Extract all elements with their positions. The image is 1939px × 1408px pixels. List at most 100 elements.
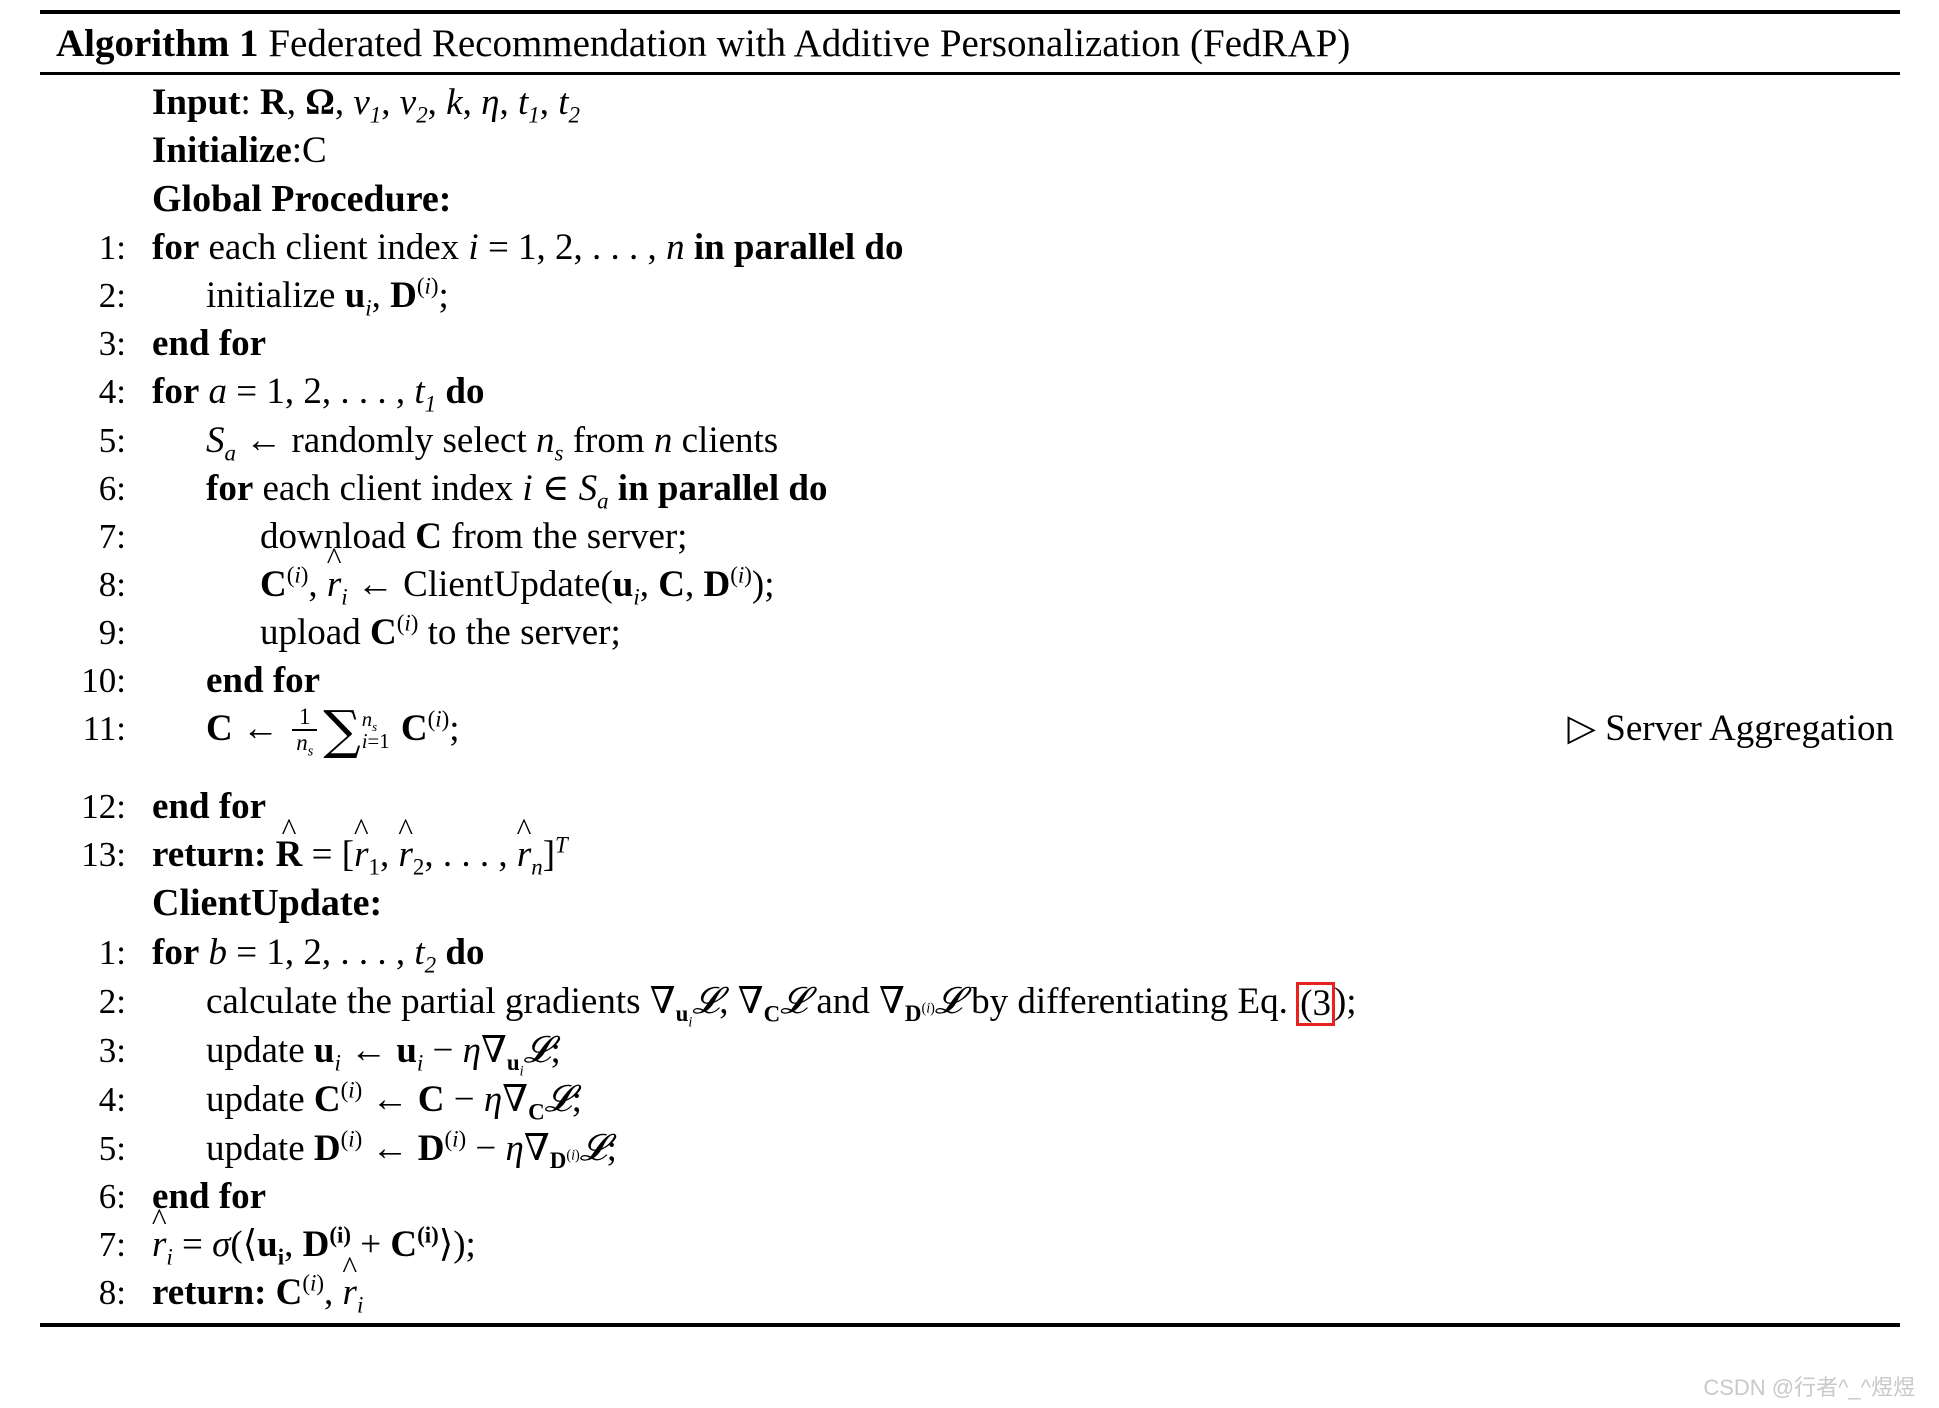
cu-step-2-number: 2:	[98, 981, 126, 1021]
kw-update-5: update	[206, 1128, 305, 1170]
kw-for-cu1: for	[152, 931, 200, 973]
gp-step-6-text: for each client index i ∈ Sa in parallel…	[206, 467, 828, 514]
kw-for: for	[152, 227, 200, 269]
gp-step-3-text: end for	[152, 323, 267, 365]
gp-step-1-number: 1:	[98, 228, 126, 268]
gp-step-13-number: 13:	[81, 835, 126, 875]
cu-step-3: 3: update ui ← ui − η∇ui𝓛;	[40, 1026, 1900, 1079]
input-k: k	[446, 81, 463, 123]
gp-step-13-text: return: ^ R = [^ r1, ^ r2, . . . , ^ rn]T	[152, 811, 568, 880]
kw-in-parallel-do-6: in parallel do	[617, 467, 828, 509]
initialize-C: C	[302, 129, 327, 171]
gp-step-9-text: upload C(i) to the server;	[260, 610, 621, 653]
eq-open-paren: (	[1300, 982, 1313, 1024]
cu-step-2-text: calculate the partial gradients ∇ui𝓛, ∇C…	[206, 978, 1357, 1031]
gp-step-2-number: 2:	[98, 276, 126, 316]
cu-step-8-number: 8:	[98, 1273, 126, 1313]
cu-step-7-number: 7:	[98, 1225, 126, 1265]
cu-step-8: 8: return: C(i), ^ ri	[40, 1249, 1900, 1318]
initialize-sep: :	[291, 129, 303, 171]
gp-step-4-text: for a = 1, 2, . . . , t1 do	[152, 371, 485, 417]
global-procedure-heading-line: Global Procedure:	[40, 175, 1900, 224]
gp-step-4-number: 4:	[98, 372, 126, 412]
initialize-label: Initialize	[152, 129, 292, 171]
cu-step-5-number: 5:	[98, 1129, 126, 1169]
gp-step-9: 9: upload C(i) to the server;	[40, 609, 1900, 657]
cu-step-7-text: ^ ri = σ(⟨ui, D(i) + C(i)⟩);	[151, 1201, 476, 1270]
algorithm-body: Input: R, Ω, v1, v2, k, η, t1, t2 Initia…	[40, 75, 1900, 1324]
gp-step-4: 4: for a = 1, 2, . . . , t1 do	[40, 368, 1900, 416]
input-v2: v	[399, 81, 417, 123]
cu-step-8-text: return: C(i), ^ ri	[152, 1249, 364, 1318]
global-procedure-heading: Global Procedure:	[152, 177, 452, 220]
gp-1-phrase: each client index	[208, 227, 460, 269]
algorithm-title-prefix: Algorithm 1	[56, 22, 259, 65]
gp-step-3: 3: end for	[40, 320, 1900, 368]
gp-step-1: 1: for each client index i = 1, 2, . . .…	[40, 224, 1900, 272]
input-sep: :	[240, 81, 260, 123]
gp-step-13: 13: return: ^ R = [^ r1, ^ r2, . . . , ^ rn]…	[40, 811, 1900, 880]
gp-step-7: 7: download C from the server;	[40, 513, 1900, 561]
algorithm-title: Algorithm 1 Federated Recommendation wit…	[40, 14, 1900, 72]
input-text: Input: R, Ω, v1, v2, k, η, t1, t2	[152, 81, 580, 127]
client-update-heading: ClientUpdate:	[152, 882, 383, 925]
cu-step-5: 5: update D(i) ← D(i) − η∇D(i)𝓛;	[40, 1124, 1900, 1173]
gp-step-6-number: 6:	[98, 468, 126, 508]
kw-do-cu1: do	[445, 931, 485, 973]
cu-step-1-text: for b = 1, 2, . . . , t2 do	[152, 931, 485, 978]
gp-6-phrase: each client index	[262, 467, 514, 509]
gp-step-11: 11: C ← 1 ns ∑ ns i=1 C(i); ▷ Server Aggrega…	[40, 699, 1900, 783]
gp-8-fn: ClientUpdate	[403, 563, 601, 605]
gp-5-from: from	[572, 419, 645, 461]
gp-step-8-number: 8:	[98, 564, 126, 604]
gp-step-10: 10: end for	[40, 657, 1900, 705]
kw-in-parallel-do: in parallel do	[693, 227, 904, 269]
cu-2-and: and	[816, 980, 870, 1022]
kw-do-4: do	[445, 371, 485, 413]
kw-return-cu8: return:	[152, 1272, 267, 1314]
server-aggregation-comment: ▷ Server Aggregation	[1568, 705, 1894, 753]
gp-step-12-number: 12:	[81, 787, 126, 827]
kw-initialize: initialize	[206, 275, 336, 317]
summation-operator: ∑ ns i=1	[323, 699, 390, 761]
gp-step-1-text: for each client index i = 1, 2, . . . , …	[152, 227, 904, 269]
gp-7-suffix: from the server;	[451, 515, 688, 557]
cu-step-4-number: 4:	[98, 1079, 126, 1119]
input-Omega: Ω	[305, 81, 335, 123]
gp-step-10-text: end for	[206, 660, 321, 701]
gp-step-5-number: 5:	[98, 420, 126, 460]
cu-step-4-text: update C(i) ← C − η∇C𝓛;	[206, 1076, 582, 1125]
algorithm-block: Algorithm 1 Federated Recommendation wit…	[40, 10, 1900, 1328]
cu-step-6-number: 6:	[98, 1177, 126, 1217]
comment-text: Server Aggregation	[1605, 708, 1894, 750]
gp-step-11-number: 11:	[82, 709, 126, 749]
initialize-text: Initialize:C	[136, 127, 1900, 175]
kw-return-13: return:	[152, 834, 267, 876]
gp-step-3-number: 3:	[98, 324, 126, 364]
gp-step-7-text: download C from the server;	[260, 515, 688, 557]
cu-step-1: 1: for b = 1, 2, . . . , t2 do	[40, 929, 1900, 977]
cu-2-by-diff: by differentiating Eq.	[971, 980, 1288, 1022]
cu-step-7: 7: ^ ri = σ(⟨ui, D(i) + C(i)⟩);	[40, 1201, 1900, 1270]
input-line: Input: R, Ω, v1, v2, k, η, t1, t2	[40, 79, 1900, 127]
kw-upload: upload	[260, 611, 361, 653]
algorithm-title-text: Federated Recommendation with Additive P…	[268, 22, 1351, 65]
cu-step-2: 2: calculate the partial gradients ∇ui𝓛,…	[40, 977, 1900, 1031]
gp-step-2: 2: initialize ui, D(i);	[40, 272, 1900, 320]
kw-for-6: for	[206, 467, 254, 509]
eq-reference-highlight: (3	[1296, 981, 1335, 1026]
input-R: R	[259, 81, 287, 123]
gp-step-7-number: 7:	[98, 516, 126, 556]
gp-step-6: 6: for each client index i ∈ Sa in paral…	[40, 465, 1900, 513]
comment-marker-icon: ▷	[1567, 708, 1597, 750]
cu-step-3-number: 3:	[98, 1030, 126, 1070]
kw-for-4: for	[152, 371, 200, 413]
input-t2: t	[558, 81, 569, 123]
cu-2-phrase: calculate the partial gradients	[206, 980, 641, 1022]
gp-5-clients: clients	[681, 419, 779, 461]
eq-number: 3	[1312, 982, 1331, 1024]
gp-step-12: 12: end for	[40, 783, 1900, 831]
fraction-one-over-ns: 1 ns	[292, 705, 318, 759]
gp-step-10-number: 10:	[81, 661, 126, 700]
cu-step-1-number: 1:	[98, 932, 126, 972]
